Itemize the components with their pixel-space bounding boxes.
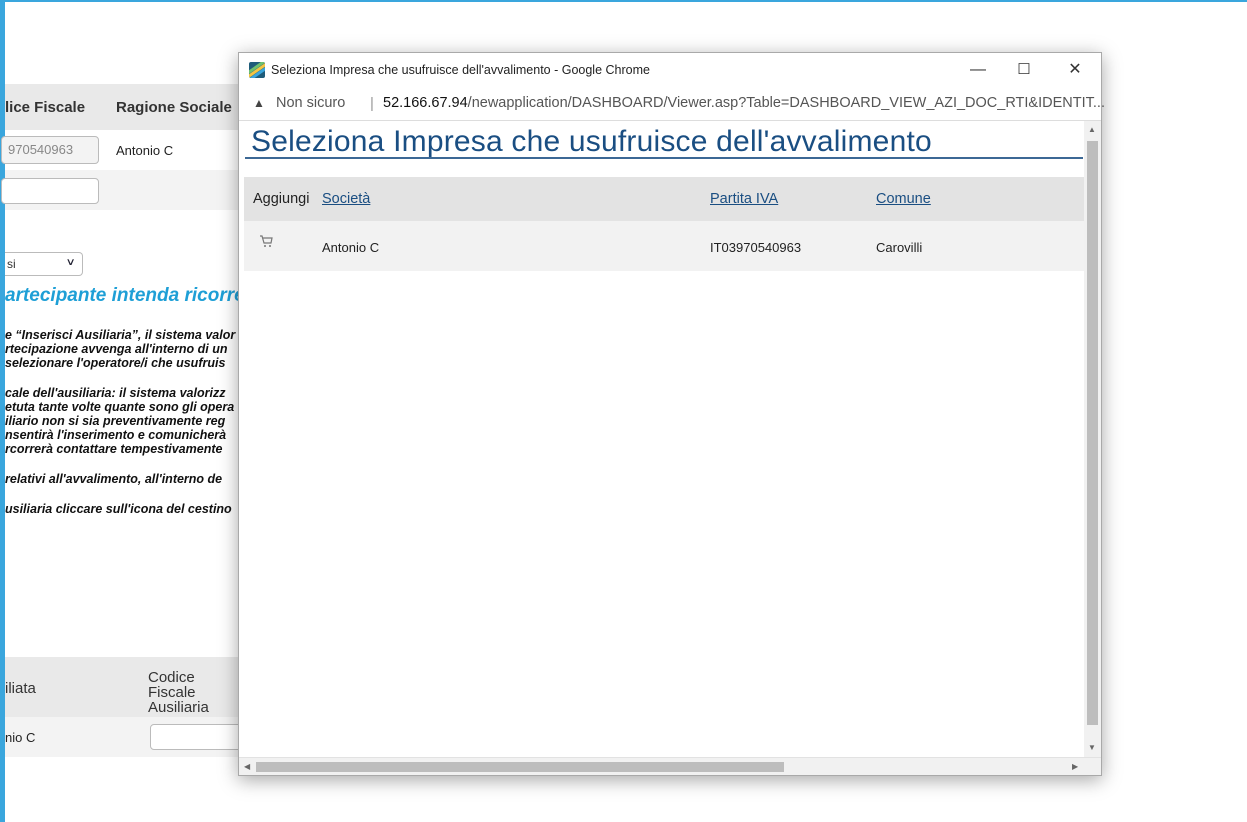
table-row: Antonio C IT03970540963 Carovilli [244, 221, 1084, 271]
bg-ausiliaria-table-header: iliata Codice Fiscale Ausiliaria [5, 657, 241, 717]
bg-note-line-6: iliario non si sia preventivamente reg [5, 414, 226, 428]
title-divider [245, 157, 1083, 159]
title-bar[interactable]: Seleziona Impresa che usufruisce dell'av… [239, 53, 1101, 87]
bg-note-line-3: selezionare l'operatore/i che usufruis [5, 356, 226, 370]
bg-ragione-sociale-value: Antonio C [116, 143, 174, 158]
bg-codice-fiscale-ausiliaria-input[interactable] [150, 724, 245, 750]
bg-note-line-8: rcorrerà contattare tempestivamente [5, 442, 223, 456]
cart-icon[interactable] [259, 235, 273, 251]
bg-note-line-5: etuta tante volte quante sono gli opera [5, 400, 235, 414]
page-title: Seleziona Impresa che usufruisce dell'av… [251, 125, 932, 158]
page-content: Seleziona Impresa che usufruisce dell'av… [239, 121, 1084, 757]
window-title: Seleziona Impresa che usufruisce dell'av… [271, 63, 650, 77]
warning-triangle-icon[interactable]: ▲ [253, 96, 265, 110]
bg-row-2 [1, 170, 241, 210]
bg-note-line-10: usiliaria cliccare sull'icona del cestin… [5, 502, 232, 516]
cell-comune: Carovilli [876, 240, 923, 255]
chevron-down-icon: ∨ [65, 257, 76, 268]
scroll-left-icon[interactable]: ◀ [244, 762, 250, 771]
horizontal-scroll-thumb[interactable] [256, 762, 784, 772]
col-aggiungi: Aggiungi [253, 191, 310, 207]
bg-note-line-7: nsentirà l'inserimento e comunicherà [5, 428, 227, 442]
results-table-header: Aggiungi Società Partita IVA Comune [244, 177, 1084, 221]
bg-note-line-1: e “Inserisci Ausiliaria”, il sistema val… [5, 328, 236, 342]
bg-row-1: 970540963 Antonio C [1, 130, 241, 170]
bg-col-codice-fiscale-ausiliaria: Codice Fiscale Ausiliaria [148, 670, 241, 715]
url-path: /newapplication/DASHBOARD/Viewer.asp?Tab… [467, 95, 1105, 111]
close-button[interactable]: ✕ [1053, 57, 1097, 83]
url-text[interactable]: 52.166.67.94/newapplication/DASHBOARD/Vi… [383, 95, 1105, 111]
bg-empty-input[interactable] [1, 178, 99, 204]
scroll-right-icon[interactable]: ▶ [1072, 762, 1078, 771]
bg-note-line-9: relativi all'avvalimento, all'interno de [5, 472, 223, 486]
bg-note-line-4: cale dell'ausiliaria: il sistema valoriz… [5, 386, 226, 400]
app-logo-icon [249, 62, 265, 78]
cell-partita-iva: IT03970540963 [710, 240, 802, 255]
bg-codice-fiscale-input[interactable]: 970540963 [1, 136, 99, 164]
vertical-scrollbar[interactable]: ▲ ▼ [1084, 121, 1101, 757]
col-partita-iva[interactable]: Partita IVA [710, 191, 778, 207]
bg-note-line-2: rtecipazione avvenga all'interno di un [5, 342, 228, 356]
sort-comune-link[interactable]: Comune [876, 191, 931, 207]
vertical-scroll-thumb[interactable] [1087, 141, 1098, 725]
bg-select-value: si [7, 257, 16, 271]
cell-societa: Antonio C [322, 240, 380, 255]
col-comune[interactable]: Comune [876, 191, 931, 207]
url-host: 52.166.67.94 [383, 95, 468, 111]
bg-header-ragione-sociale: Ragione Sociale [116, 99, 232, 116]
scroll-down-icon[interactable]: ▼ [1088, 743, 1096, 752]
popup-window: Seleziona Impresa che usufruisce dell'av… [238, 52, 1105, 776]
bg-table-header: lice Fiscale Ragione Sociale [5, 84, 241, 130]
bg-col-codice-fiscale-line1: Codice Fiscale [148, 669, 196, 701]
bg-heading: artecipante intenda ricorrere [5, 285, 263, 306]
horizontal-scrollbar[interactable]: ◀ ▶ [239, 757, 1101, 775]
address-bar[interactable]: ▲ Non sicuro | 52.166.67.94/newapplicati… [239, 87, 1105, 121]
security-label[interactable]: Non sicuro [276, 95, 345, 111]
col-societa[interactable]: Società [322, 191, 370, 207]
bg-select[interactable]: si ∨ [5, 252, 83, 276]
sort-partita-iva-link[interactable]: Partita IVA [710, 191, 778, 207]
maximize-button[interactable]: ☐ [1002, 57, 1046, 83]
bg-col-ausiliata: iliata [5, 680, 36, 697]
bg-ausiliaria-row: nio C [5, 717, 245, 757]
sort-societa-link[interactable]: Società [322, 191, 370, 207]
bg-ausiliata-value: nio C [5, 730, 36, 745]
bg-col-codice-fiscale-line2: Ausiliaria [148, 699, 209, 716]
scroll-up-icon[interactable]: ▲ [1088, 125, 1096, 134]
bg-header-codice-fiscale: lice Fiscale [5, 99, 86, 116]
minimize-button[interactable]: — [956, 57, 1000, 83]
address-separator: | [370, 95, 374, 112]
